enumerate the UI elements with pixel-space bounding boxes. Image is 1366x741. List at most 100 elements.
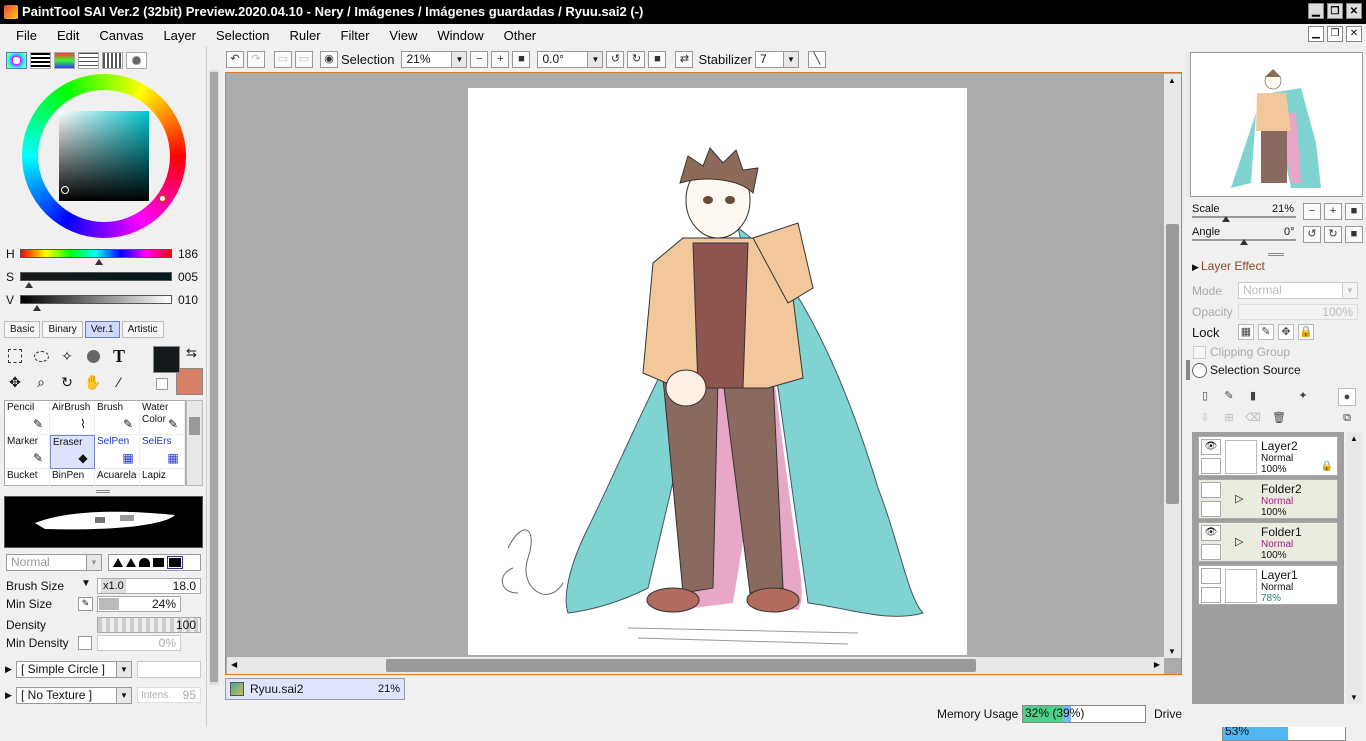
new-pen-layer-icon[interactable]: ✎ <box>1220 388 1238 406</box>
brush-selpen[interactable]: SelPen ▦ <box>95 435 140 469</box>
rotation-select[interactable]: 0.0° ▼ <box>537 50 604 68</box>
layer-opacity-slider[interactable]: 100% <box>1238 304 1358 320</box>
shape-4-icon[interactable] <box>153 558 164 567</box>
selection-visibility-icon[interactable]: ◉ <box>320 50 338 68</box>
zoom-icon[interactable]: ⌕ <box>30 371 52 393</box>
menu-view[interactable]: View <box>379 28 427 43</box>
min-size-pressure-icon[interactable]: ✎ <box>78 597 93 611</box>
folder2-select-checkbox[interactable] <box>1201 501 1221 517</box>
deselect-button[interactable]: ▭ <box>274 50 292 68</box>
h-slider-handle[interactable] <box>95 259 103 265</box>
new-folder-icon[interactable]: ▮ <box>1244 388 1262 406</box>
transparent-color-icon[interactable] <box>156 378 168 390</box>
delete-layer-icon[interactable]: 🗑 <box>1270 410 1288 428</box>
text-tool-icon[interactable]: T <box>108 345 130 367</box>
clear-layer-icon[interactable]: ⌫ <box>1244 410 1262 428</box>
folder2-expand-icon[interactable]: ▷ <box>1235 492 1243 505</box>
lock-transparency-icon[interactable]: ▦ <box>1238 324 1254 340</box>
brush-marker[interactable]: Marker ✎ <box>5 435 50 469</box>
menu-edit[interactable]: Edit <box>47 28 89 43</box>
layer2-visibility-eye-icon[interactable]: 👁 <box>1201 439 1221 455</box>
layer1-select-checkbox[interactable] <box>1201 587 1221 603</box>
scale-slider[interactable] <box>1192 216 1296 218</box>
move-icon[interactable]: ✥ <box>4 371 26 393</box>
redo-button[interactable]: ↷ <box>247 50 265 68</box>
brush-size-field[interactable]: x1.0 18.0 <box>97 578 201 594</box>
hand-icon[interactable]: ✋ <box>82 371 104 393</box>
brush-size-dropdown-icon[interactable]: ▼ <box>81 578 91 589</box>
rect-select-icon[interactable] <box>4 345 26 367</box>
right-panel-splitter[interactable] <box>1186 360 1190 380</box>
min-size-slider[interactable]: 24% <box>97 596 181 612</box>
rgb-slider-mode-icon[interactable] <box>30 52 51 69</box>
brush-selers[interactable]: SelErs ▦ <box>140 435 185 469</box>
selection-source-radio[interactable] <box>1192 363 1207 378</box>
doc-restore-button[interactable]: ❐ <box>1327 26 1343 42</box>
folder1-select-checkbox[interactable] <box>1201 544 1221 560</box>
straight-line-button[interactable]: ╲ <box>807 50 826 68</box>
blend-mode-select[interactable]: Normal ▼ <box>6 554 102 571</box>
s-slider-handle[interactable] <box>25 282 33 288</box>
swatches-mode-icon[interactable] <box>102 52 123 69</box>
mixer-mode-icon[interactable] <box>78 52 99 69</box>
zoom-reset-button[interactable]: ■ <box>512 50 531 68</box>
layer2-select-checkbox[interactable] <box>1201 458 1221 474</box>
min-density-slider[interactable]: 0% <box>97 635 181 651</box>
rotation-reset-button[interactable]: ■ <box>648 50 667 68</box>
menu-file[interactable]: File <box>6 28 47 43</box>
menu-window[interactable]: Window <box>427 28 493 43</box>
transfer-down-icon[interactable]: ⇩ <box>1196 410 1214 428</box>
new-layer-icon[interactable]: ▯ <box>1196 388 1214 406</box>
density-slider[interactable]: 100 <box>97 617 201 633</box>
v-slider[interactable] <box>20 295 172 304</box>
menu-canvas[interactable]: Canvas <box>89 28 153 43</box>
hsv-slider-mode-icon[interactable] <box>54 52 75 69</box>
layer-row-folder1[interactable]: 👁 ▷ Folder1 Normal 100% <box>1198 522 1338 562</box>
layer-list-scrollbar[interactable]: ▲ ▼ <box>1346 432 1363 704</box>
shape-1-icon[interactable] <box>113 558 123 567</box>
layer-mode-select[interactable]: Normal ▼ <box>1238 282 1358 299</box>
close-button[interactable]: ✕ <box>1346 3 1362 19</box>
layer1-visibility-eye-icon[interactable] <box>1201 568 1221 584</box>
zoom-out-button[interactable]: − <box>470 50 489 68</box>
new-3d-layer-icon[interactable]: ✦ <box>1294 388 1312 406</box>
min-density-checkbox[interactable] <box>78 636 92 650</box>
lock-all-icon[interactable]: 🔒 <box>1298 324 1314 340</box>
brush-size-multiplier[interactable]: x1.0 <box>101 579 126 593</box>
swap-colors-icon[interactable]: ⇆ <box>186 345 197 361</box>
folder2-visibility-eye-icon[interactable] <box>1201 482 1221 498</box>
shape-expand-icon[interactable]: ▶ <box>5 664 12 675</box>
brush-watercolor[interactable]: Water Color ✎ <box>140 401 185 435</box>
lock-move-icon[interactable]: ✥ <box>1278 324 1294 340</box>
tab-binary[interactable]: Binary <box>42 321 83 338</box>
shape-2-icon[interactable] <box>126 558 136 567</box>
menu-filter[interactable]: Filter <box>331 28 380 43</box>
right-splitter-handle[interactable] <box>1268 253 1284 256</box>
nav-rotate-right-button[interactable]: ↻ <box>1324 226 1342 243</box>
layer-effect-label[interactable]: Layer Effect <box>1201 259 1265 273</box>
primary-color-swatch[interactable] <box>153 346 180 373</box>
maximize-button[interactable]: ❐ <box>1327 3 1343 19</box>
layer-row-folder2[interactable]: ▷ Folder2 Normal 100% <box>1198 479 1338 519</box>
angle-slider-handle[interactable] <box>1240 239 1248 245</box>
nav-zoom-out-button[interactable]: − <box>1303 203 1321 220</box>
folder1-expand-icon[interactable]: ▷ <box>1235 535 1243 548</box>
invert-selection-button[interactable]: ▭ <box>295 50 313 68</box>
s-slider[interactable] <box>20 272 172 281</box>
secondary-color-swatch[interactable] <box>176 368 203 395</box>
lock-drawing-icon[interactable]: ✎ <box>1258 324 1274 340</box>
horizontal-scroll-thumb[interactable] <box>386 659 976 672</box>
menu-other[interactable]: Other <box>494 28 547 43</box>
brush-airbrush[interactable]: AirBrush ⌇ <box>50 401 95 435</box>
brush-texture-select[interactable]: [ No Texture ] ▼ <box>16 687 132 704</box>
sv-square[interactable] <box>59 111 149 201</box>
nav-zoom-in-button[interactable]: + <box>1324 203 1342 220</box>
nav-rotate-reset-button[interactable]: ■ <box>1345 226 1363 243</box>
folder1-visibility-eye-icon[interactable]: 👁 <box>1201 525 1221 541</box>
zoom-in-button[interactable]: + <box>491 50 510 68</box>
nav-rotate-left-button[interactable]: ↺ <box>1303 226 1321 243</box>
color-wheel-mode-icon[interactable] <box>6 52 27 69</box>
doc-close-button[interactable]: ✕ <box>1346 26 1362 42</box>
layer-row-layer1[interactable]: Layer1 Normal 78% <box>1198 565 1338 605</box>
eyedropper-icon[interactable]: ⁄ <box>108 371 130 393</box>
